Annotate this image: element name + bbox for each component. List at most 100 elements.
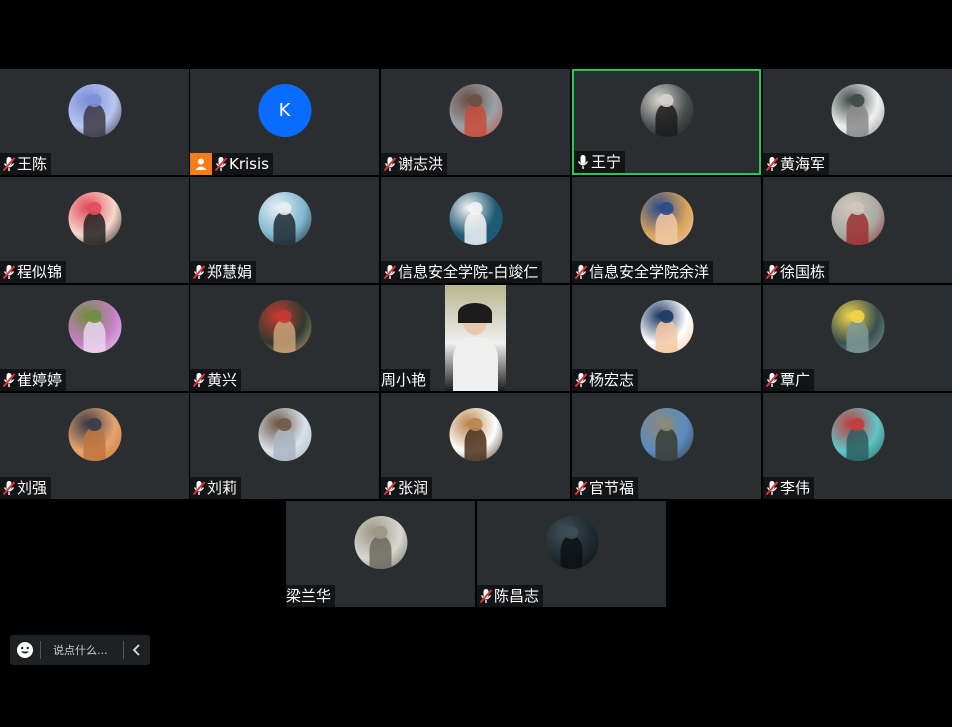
nameplate: 郑慧娟 bbox=[190, 261, 257, 283]
participant-tile[interactable]: 信息安全学院-白竣仁 bbox=[381, 177, 570, 283]
nameplate: 刘强 bbox=[0, 477, 52, 499]
participant-name: 周小艳 bbox=[381, 371, 427, 389]
nameplate: 李伟 bbox=[763, 477, 815, 499]
participant-tile[interactable]: 徐国栋 bbox=[763, 177, 952, 283]
nameplate: 王宁 bbox=[574, 151, 626, 173]
avatar bbox=[258, 408, 311, 461]
participant-tile[interactable]: 黄兴 bbox=[190, 285, 379, 391]
participant-tile[interactable]: 官节福 bbox=[572, 393, 761, 499]
avatar bbox=[640, 408, 693, 461]
host-badge-icon bbox=[190, 153, 212, 175]
participant-name: 陈昌志 bbox=[494, 587, 540, 605]
avatar bbox=[831, 300, 884, 353]
microphone-muted-icon bbox=[763, 156, 780, 172]
microphone-muted-icon bbox=[0, 156, 17, 172]
participant-tile[interactable]: 刘强 bbox=[0, 393, 189, 499]
nameplate: 谢志洪 bbox=[381, 153, 448, 175]
microphone-muted-icon bbox=[763, 372, 780, 388]
participant-tile[interactable]: 刘莉 bbox=[190, 393, 379, 499]
nameplate: 梁兰华 bbox=[286, 585, 336, 607]
microphone-muted-icon bbox=[381, 264, 398, 280]
avatar bbox=[831, 84, 884, 137]
avatar bbox=[449, 84, 502, 137]
participant-name: 徐国栋 bbox=[780, 263, 826, 281]
participant-tile[interactable]: 李伟 bbox=[763, 393, 952, 499]
avatar bbox=[68, 192, 121, 245]
participant-name: 王宁 bbox=[591, 153, 622, 171]
microphone-muted-icon bbox=[763, 264, 780, 280]
participant-tile[interactable]: 郑慧娟 bbox=[190, 177, 379, 283]
chevron-left-icon[interactable] bbox=[124, 635, 150, 665]
participant-tile[interactable]: 信息安全学院余洋 bbox=[572, 177, 761, 283]
chat-input[interactable]: 说点什么... bbox=[41, 642, 123, 658]
participant-tile[interactable]: 梁兰华 bbox=[286, 501, 475, 607]
nameplate: 黄海军 bbox=[763, 153, 830, 175]
avatar: K bbox=[258, 84, 311, 137]
nameplate: 信息安全学院余洋 bbox=[572, 261, 714, 283]
participant-name: 覃广 bbox=[780, 371, 811, 389]
nameplate: 程似锦 bbox=[0, 261, 67, 283]
participant-tile[interactable]: 程似锦 bbox=[0, 177, 189, 283]
window-edge bbox=[952, 0, 960, 727]
participant-name: 信息安全学院余洋 bbox=[589, 263, 710, 281]
nameplate: 崔婷婷 bbox=[0, 369, 67, 391]
participant-tile[interactable]: 杨宏志 bbox=[572, 285, 761, 391]
microphone-muted-icon bbox=[190, 480, 207, 496]
microphone-muted-icon bbox=[190, 264, 207, 280]
nameplate: 信息安全学院-白竣仁 bbox=[381, 261, 543, 283]
avatar bbox=[68, 300, 121, 353]
microphone-muted-icon bbox=[381, 480, 398, 496]
microphone-muted-icon bbox=[572, 480, 589, 496]
smiley-icon[interactable] bbox=[10, 635, 40, 665]
participant-tile[interactable]: 崔婷婷 bbox=[0, 285, 189, 391]
avatar bbox=[449, 192, 502, 245]
avatar bbox=[258, 300, 311, 353]
microphone-muted-icon bbox=[381, 156, 398, 172]
chat-bar[interactable]: 说点什么... bbox=[10, 635, 150, 665]
nameplate: 徐国栋 bbox=[763, 261, 830, 283]
avatar bbox=[68, 408, 121, 461]
participant-name: 信息安全学院-白竣仁 bbox=[398, 263, 539, 281]
participant-tile[interactable]: 陈昌志 bbox=[477, 501, 666, 607]
nameplate: 刘莉 bbox=[190, 477, 242, 499]
avatar bbox=[545, 516, 598, 569]
video-feed bbox=[445, 285, 506, 391]
participant-name: 崔婷婷 bbox=[17, 371, 63, 389]
microphone-muted-icon bbox=[477, 588, 494, 604]
avatar bbox=[640, 300, 693, 353]
participant-name: 黄海军 bbox=[780, 155, 826, 173]
participant-tile[interactable]: 覃广 bbox=[763, 285, 952, 391]
microphone-muted-icon bbox=[0, 372, 17, 388]
participant-tile[interactable]: 黄海军 bbox=[763, 69, 952, 175]
nameplate: 周小艳 bbox=[381, 369, 431, 391]
avatar bbox=[640, 192, 693, 245]
avatar bbox=[640, 84, 693, 137]
microphone-muted-icon bbox=[190, 372, 207, 388]
participant-name: 刘莉 bbox=[207, 479, 238, 497]
meeting-gallery: 王陈 K Krisis 谢志洪 王宁 黄海军程似锦 郑慧娟 信息安全学院-白竣仁 信息安全学院余… bbox=[0, 0, 960, 727]
participant-name: 黄兴 bbox=[207, 371, 238, 389]
microphone-muted-icon bbox=[572, 372, 589, 388]
avatar bbox=[354, 516, 407, 569]
participant-name: 郑慧娟 bbox=[207, 263, 253, 281]
nameplate: 王陈 bbox=[0, 153, 52, 175]
participant-tile[interactable]: K Krisis bbox=[190, 69, 379, 175]
microphone-icon bbox=[574, 154, 591, 170]
participant-tile[interactable]: 王陈 bbox=[0, 69, 189, 175]
microphone-muted-icon bbox=[0, 264, 17, 280]
participant-name: 官节福 bbox=[589, 479, 635, 497]
participant-tile[interactable]: 张润 bbox=[381, 393, 570, 499]
nameplate: 覃广 bbox=[763, 369, 815, 391]
avatar bbox=[68, 84, 121, 137]
nameplate: 黄兴 bbox=[190, 369, 242, 391]
nameplate: Krisis bbox=[190, 153, 273, 175]
nameplate: 杨宏志 bbox=[572, 369, 639, 391]
participant-tile[interactable]: 谢志洪 bbox=[381, 69, 570, 175]
nameplate: 张润 bbox=[381, 477, 433, 499]
participant-tile[interactable]: 王宁 bbox=[572, 69, 761, 175]
participant-name: 谢志洪 bbox=[398, 155, 444, 173]
participant-tile[interactable]: 周小艳 bbox=[381, 285, 570, 391]
participant-name: Krisis bbox=[229, 155, 269, 173]
avatar bbox=[449, 408, 502, 461]
participant-name: 梁兰华 bbox=[286, 587, 332, 605]
